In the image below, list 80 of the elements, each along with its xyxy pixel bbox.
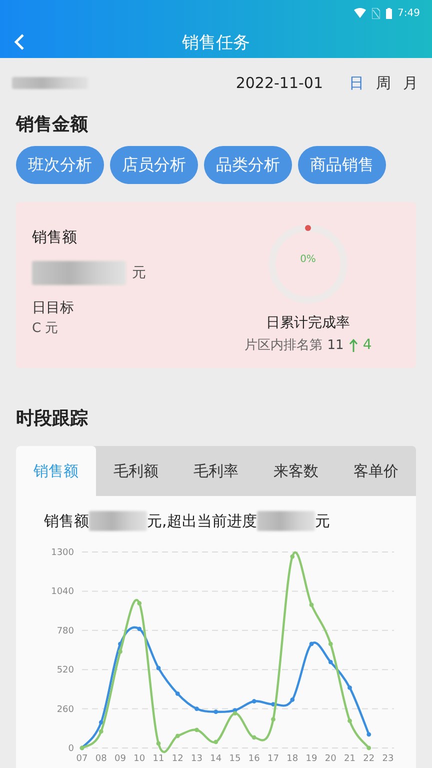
- x-tick-label: 10: [134, 754, 146, 764]
- period-tab[interactable]: 月: [403, 74, 418, 92]
- y-tick-label: 1300: [51, 548, 74, 558]
- data-point: [156, 741, 161, 746]
- data-point: [328, 642, 333, 646]
- data-point: [366, 746, 372, 750]
- x-tick-label: 11: [152, 754, 164, 764]
- metric-tab[interactable]: 客单价: [336, 446, 416, 496]
- data-point: [175, 692, 180, 696]
- x-tick-label: 17: [268, 754, 279, 764]
- y-tick-label: 260: [56, 704, 74, 715]
- data-point: [271, 717, 276, 722]
- wifi-icon: [354, 8, 366, 18]
- y-tick-label: 1040: [51, 587, 74, 598]
- data-point: [290, 554, 295, 559]
- data-point: [271, 702, 276, 706]
- target-label: 日目标: [32, 299, 75, 317]
- x-tick-label: 16: [248, 754, 260, 764]
- data-point: [137, 601, 142, 606]
- metric-tab[interactable]: 毛利额: [96, 446, 176, 496]
- data-point: [137, 626, 142, 632]
- data-point: [98, 720, 104, 725]
- x-tick-label: 18: [286, 754, 298, 764]
- data-point: [194, 706, 199, 711]
- y-tick-label: 0: [68, 744, 74, 754]
- data-point: [194, 728, 199, 732]
- period-tab[interactable]: 周: [376, 74, 391, 92]
- rank-value: 11: [327, 338, 344, 352]
- date-label[interactable]: 2022-11-01: [236, 74, 323, 92]
- x-tick-label: 13: [191, 754, 202, 764]
- data-point: [309, 602, 314, 607]
- sales-label: 销售额: [32, 228, 78, 247]
- data-point: [118, 642, 122, 646]
- blurred-value: [256, 511, 315, 531]
- data-point: [156, 666, 161, 670]
- blurred-value: [89, 511, 147, 531]
- data-point: [328, 660, 333, 664]
- metric-tab[interactable]: 毛利率: [176, 446, 256, 496]
- no-sim-icon: [372, 8, 380, 18]
- data-point: [252, 699, 256, 704]
- data-point: [214, 740, 218, 744]
- progress-caption: 日累计完成率: [266, 314, 350, 332]
- data-point: [98, 729, 104, 734]
- unit-label: 元: [132, 264, 146, 282]
- x-tick-label: 09: [114, 754, 126, 764]
- x-tick-label: 22: [363, 754, 375, 764]
- y-tick-label: 780: [56, 626, 74, 636]
- up-arrow-icon: [348, 338, 358, 352]
- data-point: [175, 734, 180, 738]
- data-point: [348, 686, 352, 690]
- page-title: 销售任务: [182, 32, 250, 54]
- x-tick-label: 12: [172, 754, 184, 764]
- x-tick-label: 20: [324, 754, 336, 764]
- data-point: [348, 718, 352, 724]
- data-point: [366, 732, 372, 737]
- status-time: 7:49: [398, 8, 420, 18]
- x-tick-label: 08: [95, 754, 107, 764]
- x-tick-label: 21: [344, 754, 356, 764]
- rank-change: 4: [362, 337, 372, 353]
- summary-text: 元: [314, 512, 330, 530]
- section-title: 销售金额: [14, 113, 89, 137]
- data-point: [118, 649, 122, 654]
- progress-reading: 0%: [299, 254, 317, 265]
- target-value: C 元: [32, 320, 60, 337]
- data-point: [309, 642, 314, 646]
- battery-icon: [386, 8, 392, 18]
- x-tick-label: 19: [306, 754, 318, 764]
- rank-label: 片区内排名第: [244, 337, 322, 354]
- metric-tab[interactable]: 来客数: [256, 446, 336, 496]
- summary-text: 销售额: [44, 512, 89, 530]
- summary-text: 元,超出当前进度: [147, 512, 257, 530]
- data-point: [214, 710, 218, 714]
- data-point: [252, 735, 256, 740]
- x-tick-label: 14: [210, 754, 222, 764]
- data-point: [290, 698, 295, 702]
- x-tick-label: 23: [382, 754, 394, 764]
- x-tick-label: 15: [229, 754, 241, 764]
- y-tick-label: 520: [56, 666, 74, 676]
- x-tick-label: 07: [76, 754, 88, 764]
- section-title: 时段跟踪: [15, 407, 89, 431]
